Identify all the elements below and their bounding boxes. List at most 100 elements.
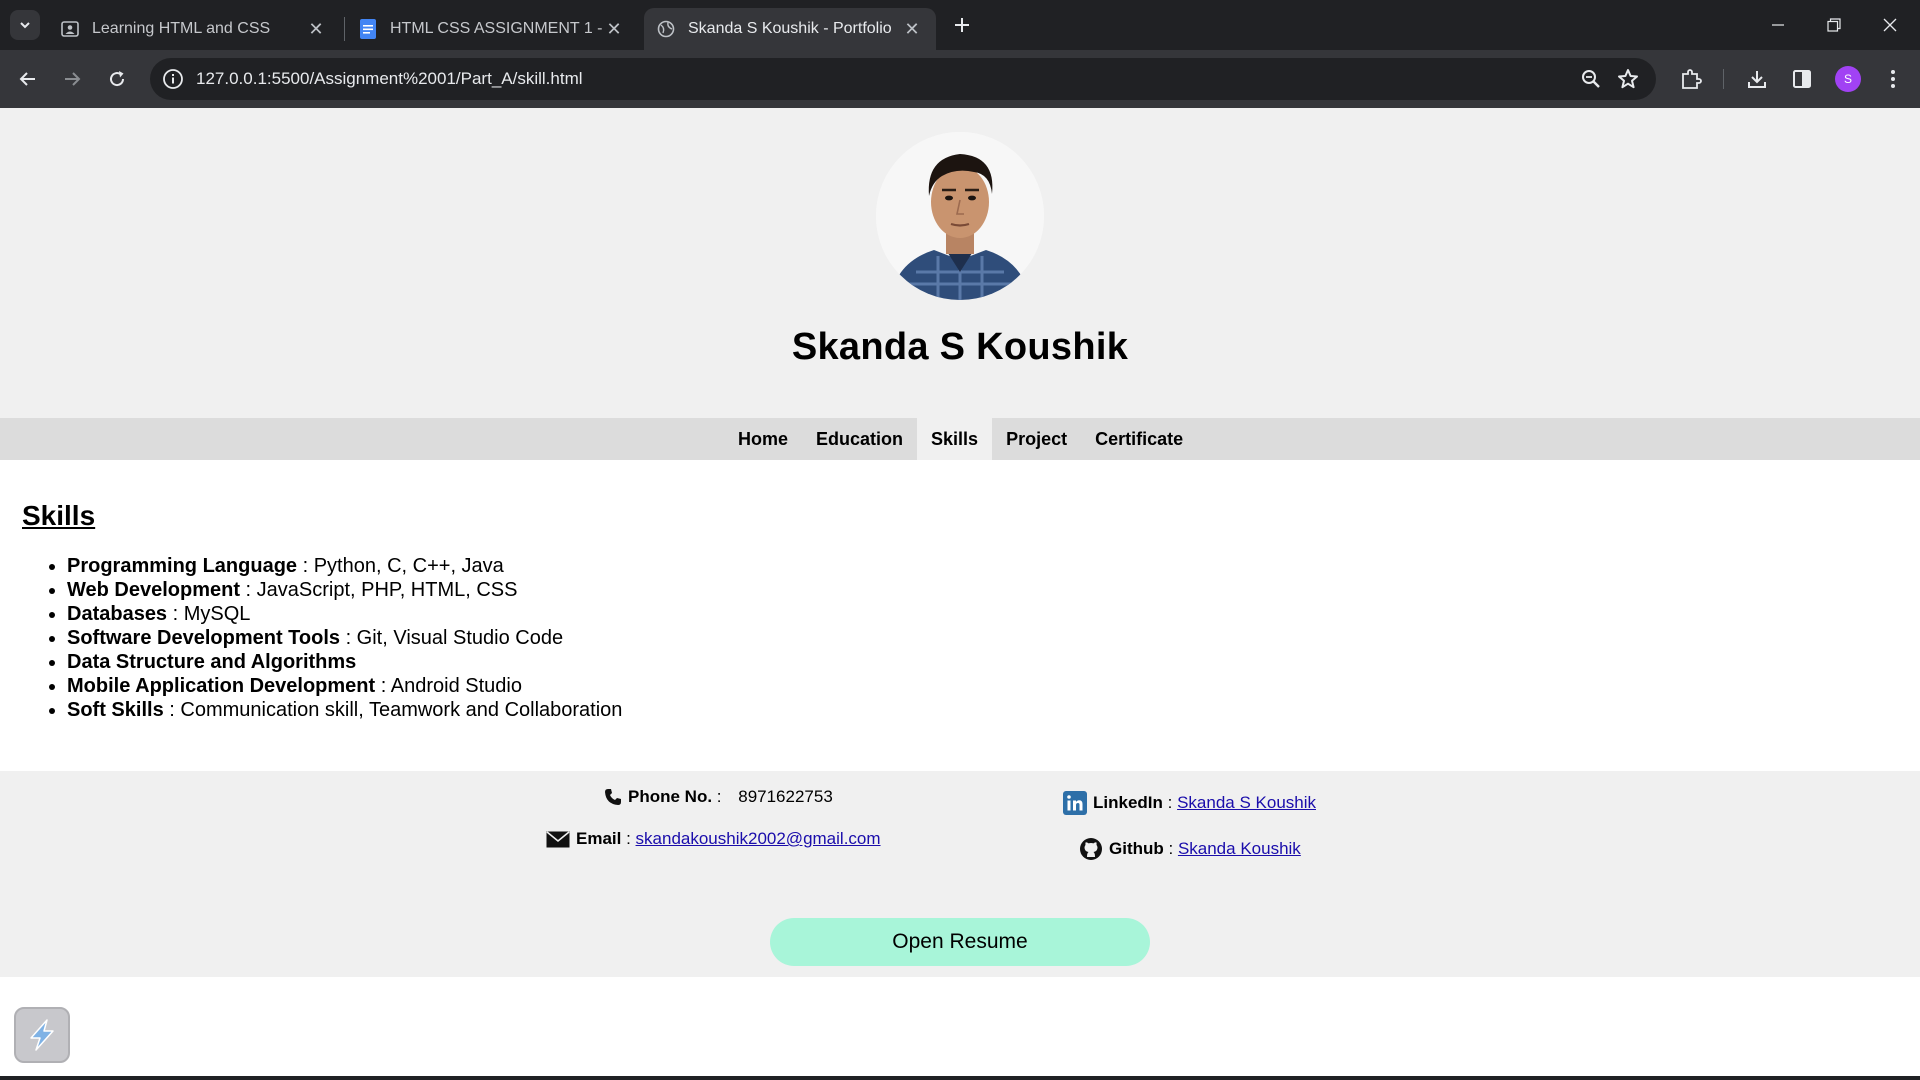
profile-photo [876, 132, 1044, 300]
arrow-left-icon [19, 72, 35, 86]
extensions-button[interactable] [1677, 65, 1705, 93]
close-icon[interactable]: ✕ [604, 19, 624, 39]
close-icon[interactable]: ✕ [306, 19, 326, 39]
email-separator: : [621, 829, 636, 848]
github-contact: Github : Skanda Koushik [1079, 837, 1301, 861]
skill-label: Software Development Tools [67, 627, 341, 649]
github-separator: : [1163, 839, 1178, 858]
skill-value: : MySQL [167, 603, 251, 625]
skill-label: Databases [67, 603, 168, 625]
page-content: Skanda S Koushik Home Education Skills P… [0, 108, 1920, 1080]
phone-label: Phone No. [628, 787, 713, 806]
side-panel-button[interactable] [1788, 65, 1816, 93]
address-bar[interactable]: 127.0.0.1:5500/Assignment%2001/Part_A/sk… [150, 58, 1656, 100]
skill-value: : Communication skill, Teamwork and Coll… [163, 699, 623, 721]
menu-button[interactable] [1879, 65, 1907, 93]
downloads-button[interactable] [1743, 65, 1771, 93]
docs-favicon-icon [358, 19, 378, 39]
tab-divider [344, 17, 345, 41]
skill-label: Programming Language [67, 555, 298, 577]
kebab-menu-icon [1891, 70, 1895, 88]
linkedin-label: LinkedIn [1093, 793, 1163, 812]
skill-item: Mobile Application Development : Android… [67, 674, 622, 698]
plus-icon [955, 18, 969, 32]
nav-item-project[interactable]: Project [992, 418, 1081, 460]
extension-floating-button[interactable] [14, 1007, 70, 1063]
bookmark-star-icon[interactable] [1616, 67, 1640, 91]
nav-item-skills[interactable]: Skills [917, 418, 993, 460]
hero-header: Skanda S Koushik [0, 108, 1920, 418]
skills-list: Programming Language : Python, C, C++, J… [22, 554, 622, 722]
nav-item-certificate[interactable]: Certificate [1081, 418, 1197, 460]
close-icon[interactable]: ✕ [902, 19, 922, 39]
github-link[interactable]: Skanda Koushik [1178, 839, 1301, 859]
email-contact: Email : skandakoushik2002@gmail.com [546, 829, 881, 849]
contact-footer: Phone No. : 8971622753 Email : skandakou… [0, 771, 1920, 977]
tab-portfolio[interactable]: Skanda S Koushik - Portfolio ✕ [644, 8, 936, 50]
close-icon [1883, 18, 1897, 32]
browser-toolbar: 127.0.0.1:5500/Assignment%2001/Part_A/sk… [0, 50, 1920, 108]
skills-heading: Skills [22, 500, 96, 531]
linkedin-icon [1063, 791, 1087, 815]
puzzle-icon [1682, 69, 1702, 89]
new-tab-button[interactable] [948, 11, 976, 39]
phone-icon [604, 788, 622, 806]
reload-button[interactable] [102, 64, 132, 94]
email-link[interactable]: skandakoushik2002@gmail.com [636, 829, 881, 849]
download-icon [1748, 71, 1766, 88]
lightning-icon [30, 1019, 54, 1051]
back-button[interactable] [13, 64, 43, 94]
skill-item: Programming Language : Python, C, C++, J… [67, 554, 622, 578]
taskbar-edge [0, 1076, 1920, 1080]
tab-strip: Learning HTML and CSS ✕ HTML CSS ASSIGNM… [0, 0, 1920, 50]
restore-icon [1827, 18, 1841, 32]
toolbar-divider [1723, 69, 1724, 89]
reload-icon [110, 71, 125, 87]
github-icon [1079, 837, 1103, 861]
skill-value: : Python, C, C++, Java [297, 555, 504, 577]
minimize-icon [1772, 24, 1784, 26]
tab-learning-html[interactable]: Learning HTML and CSS ✕ [48, 8, 340, 50]
side-panel-icon [1793, 70, 1811, 88]
arrow-right-icon [65, 72, 81, 86]
skill-label: Mobile Application Development [67, 675, 376, 697]
main-nav: Home Education Skills Project Certificat… [0, 418, 1920, 460]
linkedin-link[interactable]: Skanda S Koushik [1177, 793, 1316, 813]
email-label: Email [576, 829, 622, 848]
restore-button[interactable] [1806, 0, 1862, 50]
phone-contact: Phone No. : 8971622753 [604, 787, 833, 807]
nav-item-home[interactable]: Home [724, 418, 802, 460]
profile-avatar[interactable]: S [1835, 66, 1861, 92]
skill-item: Web Development : JavaScript, PHP, HTML,… [67, 578, 622, 602]
globe-icon [656, 19, 676, 39]
skill-item: Soft Skills : Communication skill, Teamw… [67, 698, 622, 722]
skill-item: Software Development Tools : Git, Visual… [67, 626, 622, 650]
phone-number: 8971622753 [738, 787, 833, 806]
tab-title: Learning HTML and CSS [92, 20, 271, 37]
skill-label: Data Structure and Algorithms [67, 651, 357, 673]
open-resume-button[interactable]: Open Resume [770, 918, 1150, 966]
skill-value: : JavaScript, PHP, HTML, CSS [240, 579, 518, 601]
zoom-icon[interactable] [1580, 68, 1602, 90]
tab-title: Skanda S Koushik - Portfolio [688, 20, 892, 37]
skill-label: Soft Skills [67, 699, 164, 721]
phone-separator: : [712, 787, 727, 806]
minimize-button[interactable] [1750, 0, 1806, 50]
page-title: Skanda S Koushik [791, 326, 1129, 368]
tab-search-button[interactable] [10, 10, 40, 40]
nav-item-education[interactable]: Education [802, 418, 917, 460]
chevron-down-icon [20, 22, 30, 29]
skills-section: Skills Programming Language : Python, C,… [22, 500, 622, 722]
url-text[interactable]: 127.0.0.1:5500/Assignment%2001/Part_A/sk… [196, 69, 583, 89]
info-icon[interactable] [162, 68, 184, 90]
tab-html-css-assignment[interactable]: HTML CSS ASSIGNMENT 1 - Go ✕ [346, 8, 638, 50]
forward-button[interactable] [57, 64, 87, 94]
github-label: Github [1109, 839, 1164, 858]
skill-label: Web Development [67, 579, 240, 601]
linkedin-contact: LinkedIn : Skanda S Koushik [1063, 791, 1316, 815]
skill-value: : Git, Visual Studio Code [340, 627, 564, 649]
skill-item: Data Structure and Algorithms [67, 650, 622, 674]
skill-value: : Android Studio [375, 675, 522, 697]
close-window-button[interactable] [1862, 0, 1918, 50]
classroom-favicon-icon [60, 19, 80, 39]
